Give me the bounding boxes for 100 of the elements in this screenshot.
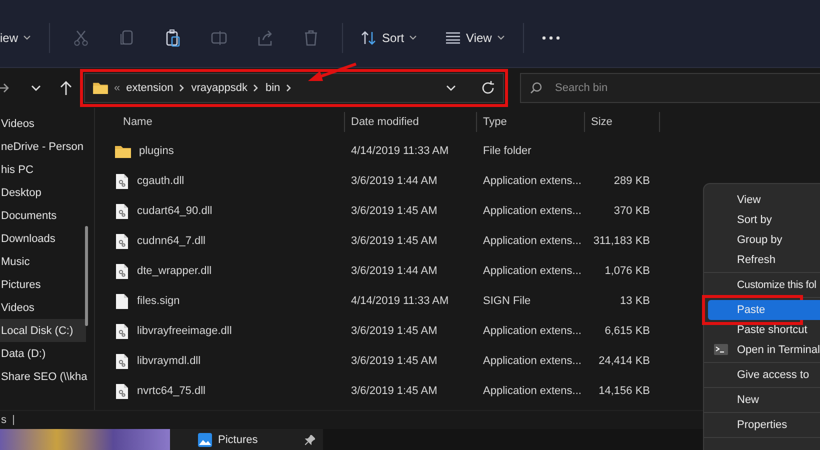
column-header[interactable]: Date modified [345,112,477,132]
dll-file-icon [115,382,129,400]
date-cell-text: 3/6/2019 1:45 AM [350,385,438,397]
file-name[interactable]: dte_wrapper.dll [137,265,212,277]
chevron-down-icon [496,35,505,40]
sidebar-item[interactable]: Pictures [0,273,86,296]
date-cell-text: 4/14/2019 11:33 AM [350,145,449,157]
size-cell-text: 13 KB [619,295,650,307]
sidebar-item[interactable]: Documents [0,204,86,227]
sidebar-item[interactable]: Videos [0,296,86,319]
menu-item[interactable]: Refresh [708,250,820,270]
forward-arrow-icon[interactable] [0,82,10,94]
sidebar-item[interactable]: Music [0,250,86,273]
sidebar-item[interactable]: Downloads [0,227,86,250]
sidebar-item[interactable]: Desktop [0,181,86,204]
file-name[interactable]: libvraymdl.dll [137,355,201,367]
breadcrumb[interactable]: bin [265,82,280,94]
pin-icon[interactable] [305,435,315,445]
search-field[interactable]: Search bin [520,73,820,103]
menu-item[interactable]: View [708,190,820,210]
type-cell-text: SIGN File [482,295,531,307]
sort-button[interactable]: Sort [353,22,426,52]
menu-item[interactable]: Paste [708,300,820,320]
chevron-right-icon[interactable] [286,84,292,92]
chevron-right-icon[interactable] [253,84,260,92]
menu-item[interactable]: Group by [708,230,820,250]
type-cell-text: Application extens... [482,205,582,217]
menu-item[interactable]: New [708,390,820,410]
date-cell-text: 3/6/2019 1:44 AM [350,265,438,277]
dll-file-icon [115,202,129,220]
new-button[interactable]: iew [0,22,40,52]
share-icon[interactable] [256,28,274,46]
scrollbar[interactable] [85,226,88,326]
up-arrow-icon[interactable] [60,81,72,95]
date-cell-text: 3/6/2019 1:45 AM [350,325,438,337]
view-button[interactable]: View [437,22,513,52]
file-name[interactable]: plugins [139,145,174,157]
sidebar-item[interactable]: Share SEO (\\kha [0,365,86,388]
breadcrumb[interactable]: extension [126,82,174,94]
cut-icon[interactable] [72,28,90,46]
menu-item[interactable]: Give access to [708,365,820,385]
chevron-right-icon[interactable] [179,84,186,92]
search-icon [530,82,542,94]
type-cell-text: Application extens... [482,355,582,367]
status-text: s [1,414,6,426]
dll-file-icon [115,172,129,190]
more-icon[interactable] [542,36,560,40]
dll-file-icon [115,352,129,370]
type-cell-text: Application extens... [482,265,582,277]
sidebar-item[interactable]: Videos [0,112,86,135]
date-cell-text: 3/6/2019 1:45 AM [350,355,438,367]
column-header[interactable]: Size [585,112,660,132]
refresh-icon[interactable] [481,81,495,95]
column-header[interactable]: Name [95,112,345,132]
column-header[interactable]: Type [477,112,585,132]
size-cell-text: 24,414 KB [598,355,650,367]
folder-icon [93,82,108,94]
picture-icon [198,433,212,447]
sidebar-item[interactable]: Local Disk (C:) [0,319,86,342]
rename-icon[interactable] [210,28,228,46]
annotation-arrow [308,62,358,84]
dll-file-icon [115,232,129,250]
type-cell-text: Application extens... [482,235,582,247]
paste-icon[interactable] [164,28,182,46]
sidebar-item[interactable]: neDrive - Person [0,135,86,158]
folder-icon [115,144,131,158]
menu-item[interactable]: Open in Terminal [708,340,820,360]
date-cell-text: 3/6/2019 1:45 AM [350,205,438,217]
file-name[interactable]: cudnn64_7.dll [137,235,206,247]
size-cell-text: 370 KB [612,205,650,217]
chevron-down-icon[interactable] [30,84,42,92]
breadcrumb[interactable]: vrayappsdk [191,82,248,94]
file-name[interactable]: cudart64_90.dll [137,205,212,217]
file-name[interactable]: files.sign [137,295,180,307]
sidebar-item[interactable]: Data (D:) [0,342,86,365]
date-cell-text: 3/6/2019 1:44 AM [350,175,438,187]
quick-access-item[interactable]: Pictures [218,434,258,446]
size-cell-text: 311,183 KB [592,235,650,247]
chevron-down-icon [23,35,32,40]
file-name[interactable]: libvrayfreeimage.dll [137,325,232,337]
file-name[interactable]: cgauth.dll [137,175,184,187]
chevron-down-icon[interactable] [445,84,457,92]
date-cell-text: 4/14/2019 11:33 AM [350,295,449,307]
sort-arrows-icon [361,30,378,44]
menu-item[interactable]: Customize this fol [708,275,820,295]
file-name[interactable]: nvrtc64_75.dll [137,385,206,397]
type-cell-text: Application extens... [482,175,582,187]
type-cell-text: Application extens... [482,325,582,337]
dll-file-icon [115,322,129,340]
type-cell-text: File folder [482,145,532,157]
chevron-down-icon [409,35,418,40]
menu-item[interactable]: Sort by [708,210,820,230]
size-cell-text: 1,076 KB [604,265,650,277]
overflow-mark[interactable]: « [114,82,120,94]
menu-item[interactable]: Properties [708,415,820,435]
address-bar[interactable]: « extension vrayappsdk bin [84,73,504,103]
sidebar-item[interactable]: his PC [0,158,86,181]
menu-item[interactable]: Paste shortcut [708,320,820,340]
dll-file-icon [115,262,129,280]
terminal-icon [714,344,728,355]
